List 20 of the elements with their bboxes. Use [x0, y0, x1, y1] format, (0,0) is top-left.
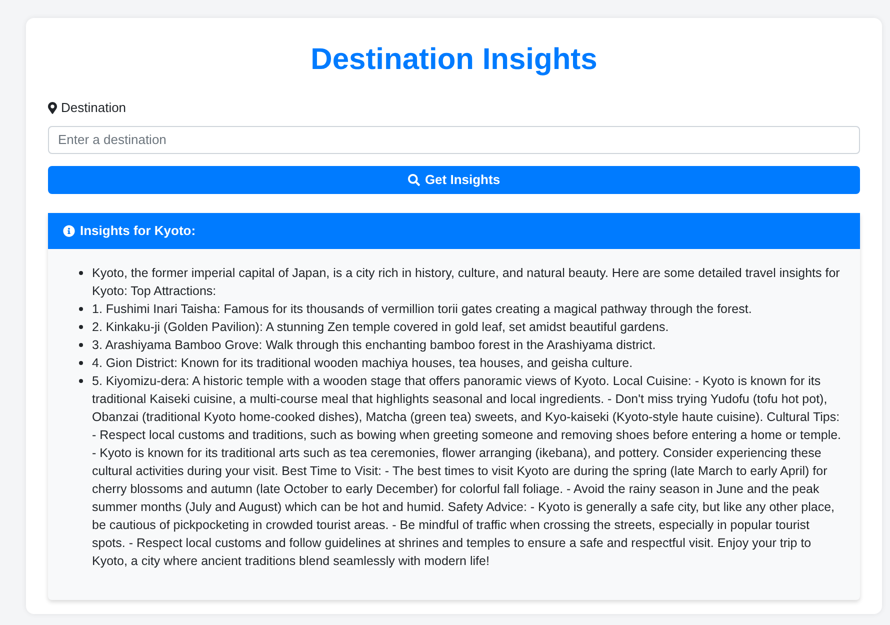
info-icon — [63, 224, 75, 236]
insight-text: 5. Kiyomizu-dera: A historic temple with a wooden stage that offers panoramic views of Kyoto. Local Cuisine: - Kyoto is known for its traditional Kaiseki cuisine, a multi-course meal that highlights seasonal and local ingredients. - Don't miss trying Yudofu (tofu hot pot), Obanzai (traditional Kyoto home-cooked dishes), Matcha (green tea) sweets, and Kyo-kaiseki (Kyoto-style haute cuisine). Cultural Tips: - Respect local customs and traditions, such as bowing when greeting someone and removing shoes before entering a home or temple. - Kyoto is known for its traditional arts such as tea ceremonies, flower arranging (ikebana), and pottery. Consider experiencing these cultural activities during your visit. Best Time to Visit: - The best times to visit Kyoto are during the spring (late March to early April) for cherry blossoms and autumn (late October to early December) for colorful fall foliage. - Avoid the rainy season in June and the peak summer months (July and August) which can be hot and humid. Safety Advice: - Kyoto is generally a safe city, but like any other place, be cautious of pickpocketing in crowded tourist areas. - Be mindful of traffic when crossing the streets, especially in popular tourist spots. - Respect local customs and follow guidelines at shrines and temples to ensure a safe and respectful visit. Enjoy your trip to Kyoto, a city where ancient traditions blend seamlessly with modern life! — [92, 372, 842, 570]
insight-text: 3. Arashiyama Bamboo Grove: Walk through this enchanting bamboo forest in the Arashiyama district. — [92, 336, 656, 354]
insight-text: 4. Gion District: Known for its traditional wooden machiya houses, tea houses, and geisha culture. — [92, 354, 633, 372]
insights-heading: Insights for Kyoto: — [80, 222, 196, 240]
bullet-icon — [79, 324, 83, 328]
insight-text: 2. Kinkaku-ji (Golden Pavilion): A stunning Zen temple covered in gold leaf, set amidst beautiful gardens. — [92, 318, 669, 336]
map-pin-icon — [48, 102, 57, 114]
destination-input[interactable]: Enter a destination — [48, 126, 860, 154]
bullet-icon — [79, 342, 83, 346]
destination-label: Destination — [61, 99, 126, 117]
bullet-icon — [79, 306, 83, 310]
bullet-icon — [79, 270, 83, 274]
bullet-icon — [79, 360, 83, 364]
bullet-icon — [79, 378, 83, 382]
insight-text: Kyoto, the former imperial capital of Japan, is a city rich in history, culture, and natural beauty. Here are some detailed travel insights for Kyoto: Top Attractions: — [92, 264, 841, 300]
page-title: Destination Insights — [310, 42, 598, 78]
get-insights-button[interactable]: Get Insights — [48, 166, 860, 194]
insight-text: 1. Fushimi Inari Taisha: Famous for its thousands of vermillion torii gates creating a magical pathway through the forest. — [92, 300, 752, 318]
search-icon — [408, 174, 420, 186]
